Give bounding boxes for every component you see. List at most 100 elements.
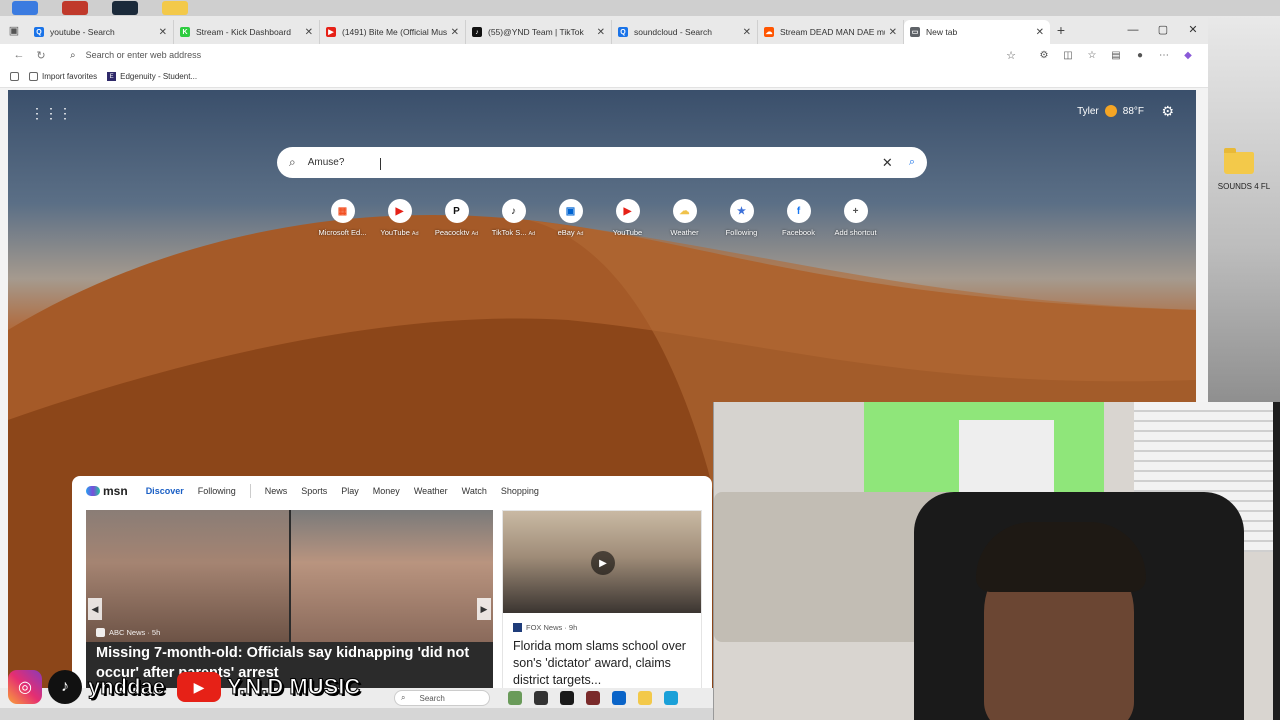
social-overlay: ◎ ♪ ynddae ▶ Y.N.D MUSIC bbox=[8, 670, 361, 704]
favorite-edgenuity[interactable]: E Edgenuity - Student... bbox=[107, 72, 197, 81]
desktop-app-icon[interactable] bbox=[12, 1, 38, 15]
copilot-icon[interactable]: ◆ bbox=[1176, 50, 1200, 61]
msn-tab-weather[interactable]: Weather bbox=[414, 486, 448, 496]
browser-tab[interactable]: ▭ New tab ✕ bbox=[904, 20, 1050, 44]
refresh-icon[interactable]: ↻ bbox=[30, 49, 52, 62]
msn-logo[interactable]: msn bbox=[86, 484, 128, 498]
edge-icon[interactable] bbox=[664, 691, 678, 705]
msn-tab-news[interactable]: News bbox=[265, 486, 288, 496]
msn-tab-shopping[interactable]: Shopping bbox=[501, 486, 539, 496]
msn-tab-money[interactable]: Money bbox=[373, 486, 400, 496]
news-image bbox=[86, 510, 289, 642]
msn-tab-sports[interactable]: Sports bbox=[301, 486, 327, 496]
favorites-icon[interactable]: ☆ bbox=[1080, 50, 1104, 61]
browser-tab[interactable]: Qyoutube - Search ✕ bbox=[28, 20, 174, 44]
shortcut-label: TikTok S... bbox=[491, 228, 527, 237]
shortcut-label-wrap: Weather bbox=[670, 228, 698, 237]
fox-news-icon bbox=[513, 623, 522, 632]
collections-icon[interactable]: ▤ bbox=[1104, 50, 1128, 61]
new-tab-button[interactable]: + bbox=[1050, 22, 1072, 38]
taskbar-app-icon[interactable] bbox=[586, 691, 600, 705]
close-tab-icon[interactable]: ✕ bbox=[597, 27, 605, 38]
msn-tab-play[interactable]: Play bbox=[341, 486, 359, 496]
window-controls: — ▢ ✕ bbox=[1118, 16, 1208, 44]
tab-favicon-icon: ☁ bbox=[764, 27, 774, 37]
web-search-box[interactable]: ⌕ Amuse? ✕ ⌕ bbox=[277, 147, 927, 178]
favorites-bar-toggle-icon[interactable] bbox=[10, 72, 19, 81]
apps-grid-icon[interactable]: ⋮⋮⋮ bbox=[30, 105, 72, 122]
play-icon[interactable]: ▶ bbox=[591, 551, 615, 575]
close-tab-icon[interactable]: ✕ bbox=[743, 27, 751, 38]
taskbar-app-icon[interactable] bbox=[560, 691, 574, 705]
msn-tab-following[interactable]: Following bbox=[198, 483, 236, 499]
browser-tab[interactable]: Qsoundcloud - Search ✕ bbox=[612, 20, 758, 44]
maximize-icon[interactable]: ▢ bbox=[1148, 16, 1178, 44]
desktop-folder-icon[interactable] bbox=[162, 1, 188, 15]
tab-actions-icon[interactable]: ▣ bbox=[0, 24, 28, 37]
shortcut-tile[interactable]: ▣ eBay Ad bbox=[548, 199, 593, 237]
close-tab-icon[interactable]: ✕ bbox=[305, 27, 313, 38]
search-submit-icon[interactable]: ⌕ bbox=[909, 156, 915, 169]
address-bar[interactable]: ⌕ Search or enter web address ☆ bbox=[60, 45, 1024, 65]
file-explorer-icon[interactable] bbox=[638, 691, 652, 705]
msn-tab-watch[interactable]: Watch bbox=[462, 486, 487, 496]
shortcut-tile[interactable]: ☁ Weather bbox=[662, 199, 707, 237]
browser-tab[interactable]: ☁ Stream DEAD MAN DAE musi ✕ bbox=[758, 20, 904, 44]
favorite-import[interactable]: Import favorites bbox=[29, 72, 97, 81]
clear-icon[interactable]: ✕ bbox=[882, 155, 893, 171]
carousel-next-icon[interactable]: ▶ bbox=[477, 598, 491, 620]
shortcut-icon: P bbox=[444, 199, 469, 223]
weather-widget[interactable]: Tyler 88°F bbox=[1077, 105, 1144, 117]
close-tab-icon[interactable]: ✕ bbox=[159, 27, 167, 38]
minimize-icon[interactable]: — bbox=[1118, 16, 1148, 44]
shortcut-tile[interactable]: ♪ TikTok S... Ad bbox=[491, 199, 536, 237]
shortcut-icon: ▣ bbox=[558, 199, 583, 223]
carousel-prev-icon[interactable]: ◀ bbox=[88, 598, 102, 620]
msn-logo-text: msn bbox=[103, 484, 128, 498]
settings-gear-icon[interactable]: ⚙ bbox=[1161, 103, 1174, 120]
msn-nav: msn Discover Following News Sports Play Money… bbox=[72, 476, 712, 506]
close-tab-icon[interactable]: ✕ bbox=[451, 27, 459, 38]
task-view-icon[interactable] bbox=[534, 691, 548, 705]
close-tab-icon[interactable]: ✕ bbox=[1036, 27, 1044, 38]
desktop-app-icon[interactable] bbox=[62, 1, 88, 15]
taskbar-search[interactable]: ⌕ Search bbox=[394, 690, 490, 706]
import-icon bbox=[29, 72, 38, 81]
desktop-app-icon[interactable] bbox=[112, 1, 138, 15]
menu-icon[interactable]: ⋯ bbox=[1152, 50, 1176, 61]
news-source: FOX News · 9h bbox=[526, 623, 578, 632]
close-tab-icon[interactable]: ✕ bbox=[889, 27, 897, 38]
tab-title: New tab bbox=[926, 27, 958, 37]
outlook-icon[interactable] bbox=[612, 691, 626, 705]
shortcut-tile[interactable]: f Facebook bbox=[776, 199, 821, 237]
back-icon[interactable]: ← bbox=[8, 49, 30, 61]
browser-tab[interactable]: K Stream - Kick Dashboard ✕ bbox=[174, 20, 320, 44]
shortcut-tile[interactable]: ▶ YouTube Ad bbox=[377, 199, 422, 237]
msn-tab-discover[interactable]: Discover bbox=[146, 486, 184, 496]
shortcut-icon: ♪ bbox=[501, 199, 526, 223]
browser-tab[interactable]: ▶ (1491) Bite Me (Official Music ✕ bbox=[320, 20, 466, 44]
taskbar-widget-icon[interactable] bbox=[508, 691, 522, 705]
search-input[interactable]: Amuse? bbox=[308, 157, 882, 168]
browser-tab[interactable]: ♪ (55)@YND Team | TikTok ✕ bbox=[466, 20, 612, 44]
folder-label[interactable]: SOUNDS 4 FL bbox=[1210, 182, 1278, 191]
favorite-label: Edgenuity - Student... bbox=[120, 72, 198, 81]
folder-icon[interactable] bbox=[1224, 148, 1254, 174]
ad-label: Ad bbox=[411, 231, 419, 237]
news-headline[interactable]: Florida mom slams school over son's 'dic… bbox=[513, 638, 691, 689]
shortcut-label: Weather bbox=[670, 228, 699, 237]
split-screen-icon[interactable]: ◫ bbox=[1056, 50, 1080, 61]
shortcut-tile[interactable]: ▶ YouTube bbox=[605, 199, 650, 237]
close-window-icon[interactable]: ✕ bbox=[1178, 16, 1208, 44]
favorite-star-icon[interactable]: ☆ bbox=[1006, 49, 1016, 62]
shortcut-tile[interactable]: ▦ Microsoft Ed... bbox=[319, 199, 366, 237]
channel-name: Y.N.D MUSIC bbox=[227, 674, 361, 700]
shortcut-icon: + bbox=[843, 199, 868, 223]
shortcut-tile[interactable]: P Peacocktv Ad bbox=[434, 199, 479, 237]
shortcut-tile[interactable]: + Add shortcut bbox=[833, 199, 878, 237]
extensions-icon[interactable]: ⚙ bbox=[1032, 50, 1056, 61]
shortcut-label: Peacocktv bbox=[434, 228, 470, 237]
shortcut-tile[interactable]: ★ Following bbox=[719, 199, 764, 237]
instagram-icon: ◎ bbox=[8, 670, 42, 704]
profile-icon[interactable]: ● bbox=[1128, 50, 1152, 61]
